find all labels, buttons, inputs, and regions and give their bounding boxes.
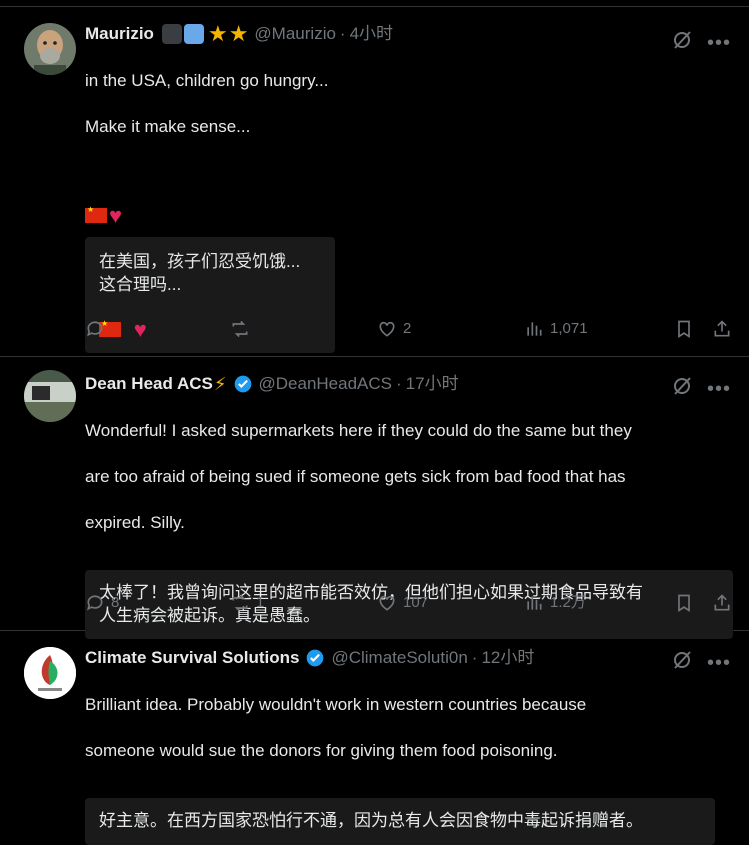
text-line: are too afraid of being sued if someone … — [85, 466, 626, 486]
avatar[interactable] — [24, 647, 76, 699]
share-button[interactable] — [712, 593, 732, 613]
views-icon — [527, 596, 542, 610]
action-bar: 2 1,071 — [85, 319, 733, 339]
bookmark-button[interactable] — [674, 593, 712, 613]
views-button[interactable]: 1,071 — [524, 319, 674, 339]
post-menu: ••• — [671, 649, 731, 678]
post-text: Brilliant idea. Probably wouldn't work i… — [85, 671, 733, 786]
text-line: Make it make sense... — [85, 116, 251, 136]
timestamp[interactable]: 4小时 — [350, 23, 393, 46]
reply-button[interactable] — [85, 319, 230, 339]
reply-button[interactable]: 8 — [85, 593, 230, 613]
verified-badge-icon — [233, 374, 253, 394]
badge-gray-icon — [161, 24, 182, 44]
china-flag-icon — [85, 205, 107, 223]
repost-icon — [232, 595, 248, 612]
translation-line: 这合理吗... — [99, 274, 182, 294]
repost-count: 1 — [256, 594, 265, 611]
like-icon — [379, 596, 395, 611]
text-line: expired. Silly. — [85, 512, 185, 532]
timestamp[interactable]: 17小时 — [406, 373, 459, 396]
display-name[interactable]: Maurizio — [85, 23, 154, 46]
text-line: someone would sue the donors for giving … — [85, 740, 558, 760]
display-name[interactable]: Dean Head ACS — [85, 373, 213, 396]
view-count: 1,071 — [550, 320, 588, 337]
display-name[interactable]: Climate Survival Solutions — [85, 647, 299, 670]
like-icon — [379, 322, 395, 337]
views-button[interactable]: 1.2万 — [524, 593, 674, 613]
reply-icon — [87, 321, 103, 337]
post-menu: ••• — [671, 29, 731, 58]
more-icon[interactable]: ••• — [707, 650, 731, 677]
post-menu: ••• — [671, 375, 731, 404]
handle[interactable]: @ClimateSoluti0n — [331, 647, 467, 670]
translation-line: 好主意。在西方国家恐怕行不通，因为总有人会因食物中毒起诉捐赠者。 — [99, 810, 643, 830]
grok-icon[interactable] — [671, 375, 693, 404]
translation-line: 在美国，孩子们忍受饥饿... — [99, 251, 301, 271]
emoji-line: ♥ — [85, 178, 733, 228]
post-header: Climate Survival Solutions @ClimateSolut… — [85, 645, 733, 671]
post-header: Dean Head ACS ⚡ @DeanHeadACS · 17小时 — [85, 371, 733, 397]
view-count: 1.2万 — [550, 594, 586, 611]
more-icon[interactable]: ••• — [707, 376, 731, 403]
reply-icon — [87, 595, 103, 611]
separator-dot: · — [396, 373, 402, 393]
share-icon — [714, 320, 730, 337]
more-icon[interactable]: ••• — [707, 30, 731, 57]
text-line: Brilliant idea. Probably wouldn't work i… — [85, 694, 587, 714]
lightning-emoji-icon: ⚡ — [213, 373, 227, 394]
action-bar: 8 1 107 1.2万 — [85, 593, 733, 613]
post-maurizio[interactable]: Maurizio ★ ★ @Maurizio · 4小时 ••• in the … — [0, 7, 749, 357]
avatar[interactable] — [24, 23, 76, 75]
post-climate[interactable]: Climate Survival Solutions @ClimateSolut… — [0, 631, 749, 845]
share-icon — [714, 594, 730, 611]
separator-dot: · — [471, 647, 478, 667]
bookmark-icon — [678, 594, 690, 613]
like-button[interactable]: 107 — [377, 593, 524, 613]
post-text: in the USA, children go hungry... Make i… — [85, 47, 733, 228]
post-header: Maurizio ★ ★ @Maurizio · 4小时 — [85, 21, 733, 47]
post-text: Wonderful! I asked supermarkets here if … — [85, 397, 733, 558]
separator-dot: · — [339, 23, 346, 43]
heart-emoji-icon: ♥ — [109, 202, 123, 228]
grok-icon[interactable] — [671, 649, 693, 678]
text-line: Wonderful! I asked supermarkets here if … — [85, 420, 632, 440]
share-button[interactable] — [712, 319, 732, 339]
badge-blue-icon — [183, 24, 204, 44]
repost-button[interactable] — [230, 319, 377, 339]
top-divider — [0, 0, 749, 7]
text-line: in the USA, children go hungry... — [85, 70, 329, 90]
verified-badge-icon — [305, 648, 325, 668]
like-count: 107 — [403, 594, 429, 611]
repost-icon — [232, 321, 248, 338]
reply-count: 8 — [111, 594, 120, 611]
bookmark-button[interactable] — [674, 319, 712, 339]
bookmark-icon — [678, 320, 690, 339]
avatar[interactable] — [24, 370, 76, 422]
views-icon — [527, 322, 542, 336]
handle[interactable]: @DeanHeadACS — [259, 373, 393, 396]
like-count: 2 — [403, 320, 412, 337]
timestamp[interactable]: 12小时 — [481, 647, 534, 670]
star-icon: ★ — [207, 21, 228, 46]
repost-button[interactable]: 1 — [230, 593, 377, 613]
star-icon: ★ — [228, 21, 249, 46]
post-deanhead[interactable]: Dean Head ACS ⚡ @DeanHeadACS · 17小时 ••• … — [0, 357, 749, 640]
like-button[interactable]: 2 — [377, 319, 524, 339]
handle[interactable]: @Maurizio — [254, 23, 336, 46]
grok-icon[interactable] — [671, 29, 693, 58]
